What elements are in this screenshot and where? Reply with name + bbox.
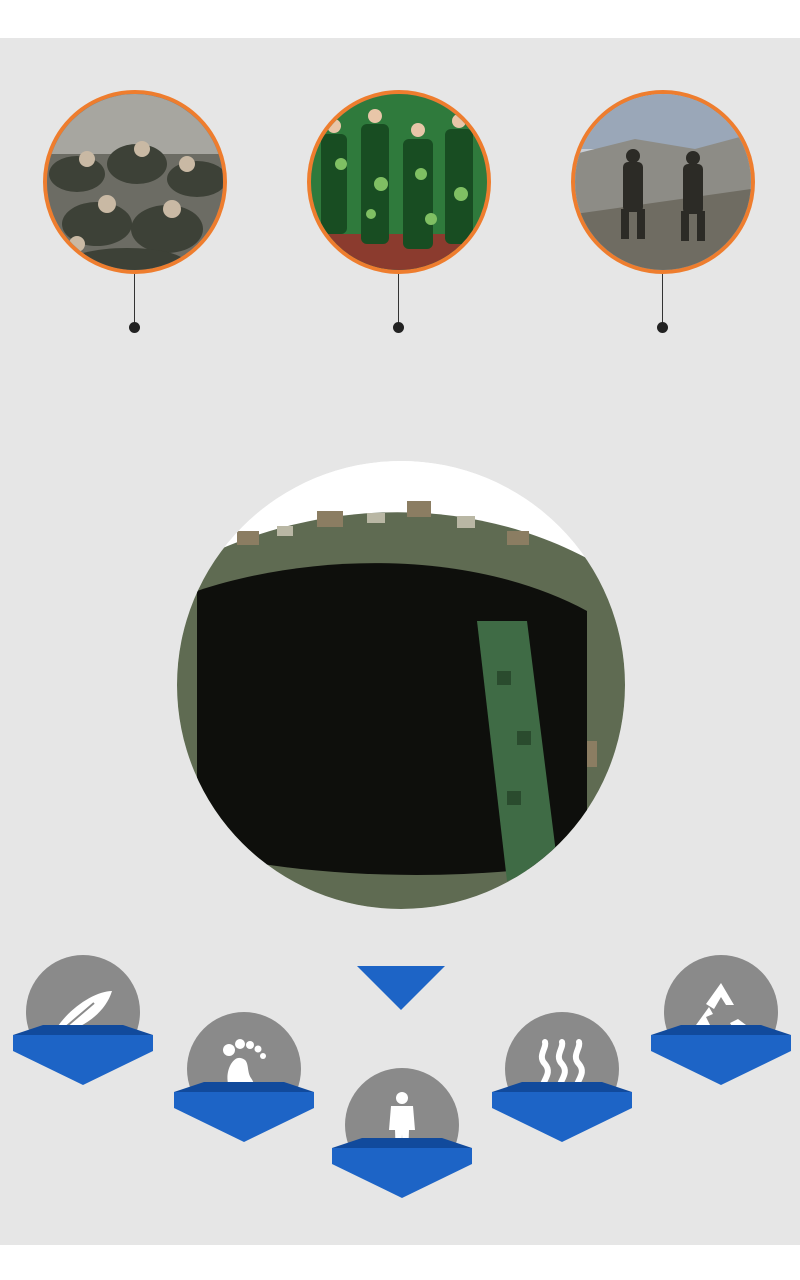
scene-dot [129,322,140,333]
training-scene [43,90,227,333]
feature-ribbon [174,1082,314,1152]
feature-comfort-fit [174,1012,314,1162]
scene-connector [662,274,663,328]
feature-eco-friendly [651,955,791,1105]
scene-dot [393,322,404,333]
feature-caption [332,1220,472,1234]
down-arrow-icon [357,966,445,1010]
feature-lightweight [13,955,153,1105]
scene-connector [134,274,135,328]
feature-body-support [332,1068,472,1218]
hiking-scene [571,90,755,333]
feature-ribbon [492,1082,632,1152]
mountain-hikers-photo [571,90,755,274]
scene-connector [398,274,399,328]
soldiers-resting-photo [43,90,227,274]
feature-breathable [492,1012,632,1162]
feature-caption [174,1164,314,1178]
parade-scene [307,90,491,333]
camouflage-march-photo [307,90,491,274]
feature-caption [13,1107,153,1121]
feature-ribbon [13,1025,153,1095]
camouflage-insole-closeup-photo [177,461,625,909]
scene-dot [657,322,668,333]
feature-caption [651,1107,791,1121]
feature-caption [492,1164,632,1178]
feature-ribbon [651,1025,791,1095]
feature-ribbon [332,1138,472,1208]
